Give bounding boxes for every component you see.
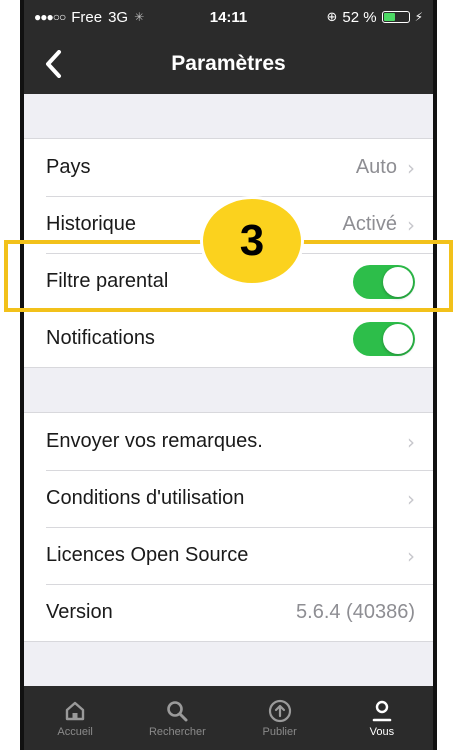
battery-icon (381, 11, 410, 23)
upload-icon (268, 699, 291, 722)
notifications-toggle[interactable] (353, 321, 415, 356)
chevron-right-icon: › (407, 155, 415, 180)
row-label: Filtre parental (46, 270, 169, 292)
settings-group-about: Envoyer vos remarques. › Conditions d'ut… (24, 412, 433, 642)
network-type: 3G (108, 8, 129, 26)
row-label: Licences Open Source (46, 544, 249, 566)
chevron-right-icon: › (407, 212, 415, 237)
version-value: 5.6.4 (40386) (296, 601, 415, 623)
settings-row-country[interactable]: Pays Auto › (24, 139, 433, 196)
chevron-right-icon: › (407, 543, 415, 568)
status-left: ●●●○○ Free 3G ✳ (34, 9, 164, 26)
search-icon (167, 700, 188, 721)
rotation-lock-icon: ⊕ (326, 9, 338, 24)
home-icon (65, 701, 85, 720)
toggle-knob (383, 266, 413, 297)
row-label: Envoyer vos remarques. (46, 430, 263, 452)
phone-screen: ●●●○○ Free 3G ✳ 14:11 ⊕ 52 % ⚡ Paramètre… (20, 0, 437, 750)
tab-bar: Accueil Rechercher Publier Vous (24, 686, 433, 750)
step-number-badge: 3 (200, 196, 304, 286)
charging-icon: ⚡ (414, 10, 424, 24)
row-value: Auto (355, 156, 397, 178)
toggle-knob (383, 323, 413, 354)
page-title: Paramètres (171, 52, 286, 75)
loading-icon: ✳ (134, 10, 145, 24)
battery-percent: 52 % (342, 8, 377, 26)
row-label: Pays (46, 156, 91, 178)
tab-you[interactable]: Vous (331, 686, 433, 750)
row-value: Activé (342, 213, 397, 235)
tab-label: Accueil (57, 725, 93, 738)
settings-row-licenses[interactable]: Licences Open Source › (24, 527, 433, 584)
status-right: ⊕ 52 % ⚡ (293, 9, 423, 26)
signal-strength-icon: ●●●○○ (34, 10, 66, 24)
chevron-left-icon (46, 50, 61, 78)
tab-label: Rechercher (148, 725, 206, 738)
tab-label: Vous (369, 725, 395, 738)
user-icon (372, 700, 392, 721)
chevron-right-icon: › (407, 429, 415, 454)
carrier-name: Free (71, 8, 103, 26)
tab-publish[interactable]: Publier (229, 686, 331, 750)
status-time: 14:11 (209, 8, 248, 26)
settings-row-notifications: Notifications (24, 310, 433, 367)
status-bar: ●●●○○ Free 3G ✳ 14:11 ⊕ 52 % ⚡ (24, 0, 433, 34)
navigation-bar: Paramètres (24, 34, 433, 94)
tab-home[interactable]: Accueil (24, 686, 126, 750)
chevron-right-icon: › (407, 486, 415, 511)
tab-search[interactable]: Rechercher (126, 686, 228, 750)
tab-label: Publier (262, 725, 297, 738)
row-label: Notifications (46, 327, 155, 349)
settings-row-version: Version 5.6.4 (40386) (24, 584, 433, 641)
battery-fill (383, 13, 396, 21)
settings-row-terms[interactable]: Conditions d'utilisation › (24, 470, 433, 527)
back-button[interactable] (38, 46, 68, 82)
row-label: Version (46, 601, 113, 623)
parental-filter-toggle[interactable] (353, 264, 415, 299)
settings-row-feedback[interactable]: Envoyer vos remarques. › (24, 413, 433, 470)
row-label: Conditions d'utilisation (46, 487, 245, 509)
